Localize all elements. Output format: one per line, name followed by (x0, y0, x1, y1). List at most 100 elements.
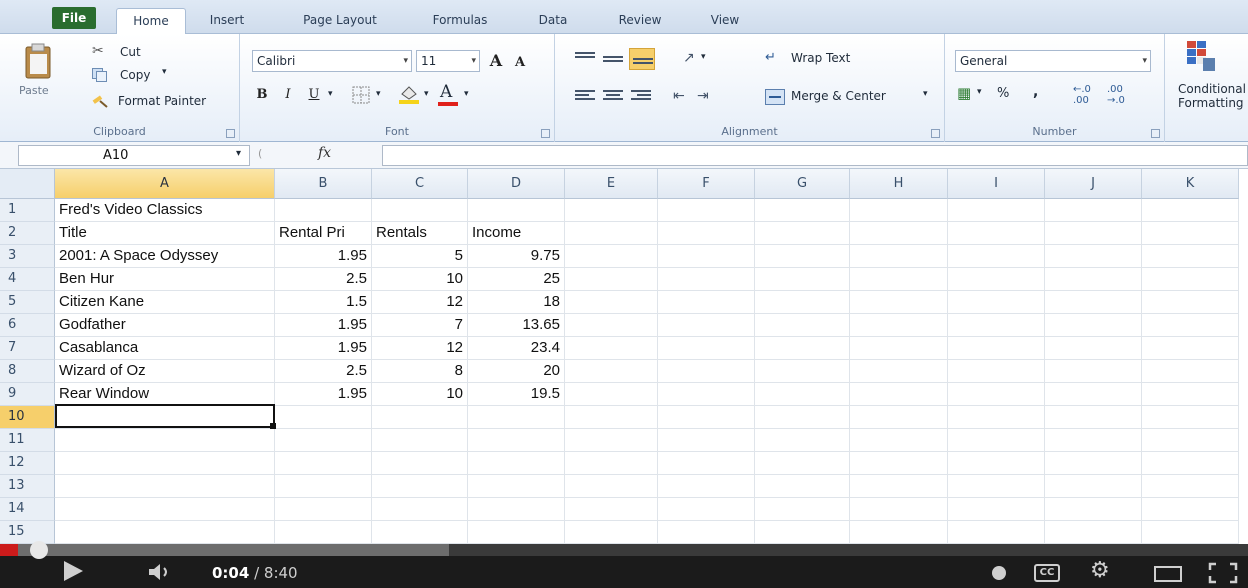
cell-b1[interactable] (275, 199, 372, 222)
cell-e1[interactable] (565, 199, 658, 222)
cell-g6[interactable] (755, 314, 850, 337)
cell-c5[interactable]: 12 (372, 291, 468, 314)
cell-h14[interactable] (850, 498, 948, 521)
cell-a13[interactable] (55, 475, 275, 498)
row-header-5[interactable]: 5 (0, 291, 55, 314)
cell-k7[interactable] (1142, 337, 1239, 360)
comma-style-button[interactable]: , (1033, 84, 1038, 100)
wrap-text-button[interactable]: ↵ Wrap Text (765, 48, 875, 70)
cell-g4[interactable] (755, 268, 850, 291)
row-header-2[interactable]: 2 (0, 222, 55, 245)
row-header-13[interactable]: 13 (0, 475, 55, 498)
cell-h5[interactable] (850, 291, 948, 314)
cell-j8[interactable] (1045, 360, 1142, 383)
align-middle-icon[interactable] (603, 52, 623, 68)
conditional-formatting-button[interactable]: Conditional Formatting (1168, 38, 1248, 118)
row-header-7[interactable]: 7 (0, 337, 55, 360)
cell-i15[interactable] (948, 521, 1045, 544)
tab-home[interactable]: Home (116, 8, 186, 34)
percent-style-button[interactable]: % (997, 86, 1009, 101)
cell-g13[interactable] (755, 475, 850, 498)
cell-f3[interactable] (658, 245, 755, 268)
font-size-select[interactable]: 11 ▾ (416, 50, 480, 72)
cell-c10[interactable] (372, 406, 468, 429)
align-bottom-button[interactable] (629, 48, 655, 70)
cell-d8[interactable]: 20 (468, 360, 565, 383)
cell-e9[interactable] (565, 383, 658, 406)
cell-i5[interactable] (948, 291, 1045, 314)
cell-g12[interactable] (755, 452, 850, 475)
cell-d9[interactable]: 19.5 (468, 383, 565, 406)
cell-h2[interactable] (850, 222, 948, 245)
cut-button[interactable]: ✂ Cut (92, 43, 162, 62)
cell-b7[interactable]: 1.95 (275, 337, 372, 360)
cell-i13[interactable] (948, 475, 1045, 498)
tab-file[interactable]: File (52, 7, 96, 29)
cell-h4[interactable] (850, 268, 948, 291)
underline-button[interactable]: U (304, 84, 324, 106)
chevron-down-icon[interactable]: ▾ (424, 89, 429, 99)
cell-f9[interactable] (658, 383, 755, 406)
cell-e15[interactable] (565, 521, 658, 544)
cell-i11[interactable] (948, 429, 1045, 452)
row-header-15[interactable]: 15 (0, 521, 55, 544)
cell-c1[interactable] (372, 199, 468, 222)
cell-j2[interactable] (1045, 222, 1142, 245)
cell-b9[interactable]: 1.95 (275, 383, 372, 406)
cell-g9[interactable] (755, 383, 850, 406)
font-color-button[interactable]: A (436, 82, 460, 106)
cell-i4[interactable] (948, 268, 1045, 291)
cell-a2[interactable]: Title (55, 222, 275, 245)
cell-c9[interactable]: 10 (372, 383, 468, 406)
cell-c4[interactable]: 10 (372, 268, 468, 291)
cell-b2[interactable]: Rental Pri (275, 222, 372, 245)
cell-e4[interactable] (565, 268, 658, 291)
cell-f7[interactable] (658, 337, 755, 360)
cell-k5[interactable] (1142, 291, 1239, 314)
bold-button[interactable]: B (252, 84, 272, 106)
number-format-select[interactable]: General ▾ (955, 50, 1151, 72)
align-center-icon[interactable] (603, 90, 623, 106)
cell-d12[interactable] (468, 452, 565, 475)
cell-h9[interactable] (850, 383, 948, 406)
cell-c12[interactable] (372, 452, 468, 475)
chevron-down-icon[interactable]: ▾ (977, 87, 982, 97)
cell-k11[interactable] (1142, 429, 1239, 452)
cell-j9[interactable] (1045, 383, 1142, 406)
formula-bar-resize-icon[interactable]: ( (258, 147, 262, 160)
cell-a6[interactable]: Godfather (55, 314, 275, 337)
row-header-11[interactable]: 11 (0, 429, 55, 452)
cell-j4[interactable] (1045, 268, 1142, 291)
cell-h10[interactable] (850, 406, 948, 429)
cell-i8[interactable] (948, 360, 1045, 383)
cell-d2[interactable]: Income (468, 222, 565, 245)
cell-e12[interactable] (565, 452, 658, 475)
cell-d3[interactable]: 9.75 (468, 245, 565, 268)
decrease-decimal-icon[interactable]: .00 →.0 (1107, 84, 1125, 106)
scrubber-handle[interactable] (30, 541, 48, 559)
cell-h15[interactable] (850, 521, 948, 544)
row-header-14[interactable]: 14 (0, 498, 55, 521)
cell-e7[interactable] (565, 337, 658, 360)
cell-i7[interactable] (948, 337, 1045, 360)
column-header-b[interactable]: B (275, 169, 372, 199)
cell-k10[interactable] (1142, 406, 1239, 429)
cell-k14[interactable] (1142, 498, 1239, 521)
cell-g2[interactable] (755, 222, 850, 245)
cell-j5[interactable] (1045, 291, 1142, 314)
cell-a4[interactable]: Ben Hur (55, 268, 275, 291)
theater-mode-icon[interactable] (1154, 566, 1182, 582)
cell-i14[interactable] (948, 498, 1045, 521)
cell-e5[interactable] (565, 291, 658, 314)
row-header-10[interactable]: 10 (0, 406, 55, 429)
cell-c7[interactable]: 12 (372, 337, 468, 360)
cell-g11[interactable] (755, 429, 850, 452)
cell-d13[interactable] (468, 475, 565, 498)
column-header-e[interactable]: E (565, 169, 658, 199)
chevron-down-icon[interactable]: ▾ (701, 52, 706, 62)
cell-k6[interactable] (1142, 314, 1239, 337)
cell-d5[interactable]: 18 (468, 291, 565, 314)
chevron-down-icon[interactable]: ▾ (328, 89, 333, 99)
cell-e8[interactable] (565, 360, 658, 383)
shrink-font-button[interactable]: A (510, 52, 530, 74)
